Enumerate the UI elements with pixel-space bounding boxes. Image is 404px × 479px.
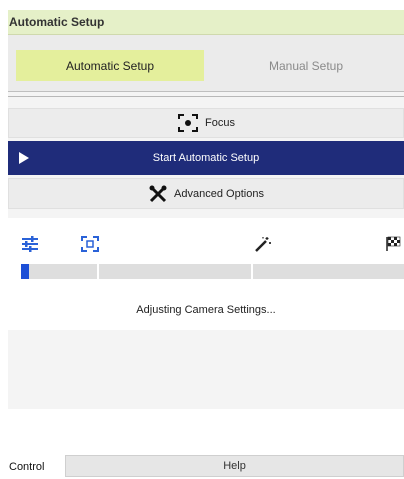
start-automatic-setup-button[interactable]: Start Automatic Setup — [8, 141, 404, 175]
divider — [8, 96, 404, 97]
status-text: Adjusting Camera Settings... — [136, 304, 276, 316]
tools-icon — [149, 185, 167, 202]
setup-mode-tabs: Automatic Setup Manual Setup — [8, 35, 404, 92]
focus-button-label: Focus — [205, 117, 235, 129]
start-button-label: Start Automatic Setup — [152, 152, 260, 164]
help-button[interactable]: Help — [65, 455, 404, 477]
automatic-setup-panel: Automatic Setup Automatic Setup Manual S… — [8, 10, 404, 409]
focus-icon — [178, 114, 199, 132]
focus-button[interactable]: Focus — [8, 108, 404, 138]
advanced-options-label: Advanced Options — [174, 187, 264, 200]
progress-segment-divider — [97, 264, 99, 279]
checkered-flag-icon — [386, 236, 401, 251]
panel-title: Automatic Setup — [8, 10, 404, 35]
setup-progress-card: Adjusting Camera Settings... — [8, 218, 404, 330]
tab-manual-setup[interactable]: Manual Setup — [208, 50, 404, 81]
progress-segment-divider — [251, 264, 253, 279]
play-icon — [19, 152, 29, 164]
bottom-bar: Control Help — [8, 455, 404, 479]
tab-automatic-setup[interactable]: Automatic Setup — [16, 50, 204, 81]
advanced-options-button[interactable]: Advanced Options — [8, 178, 404, 209]
control-label: Control — [9, 461, 45, 473]
magic-wand-icon — [255, 237, 271, 252]
sliders-icon — [22, 236, 38, 252]
progress-fill — [21, 264, 29, 279]
setup-progress-bar — [21, 264, 404, 279]
focus-frame-icon — [81, 236, 99, 252]
